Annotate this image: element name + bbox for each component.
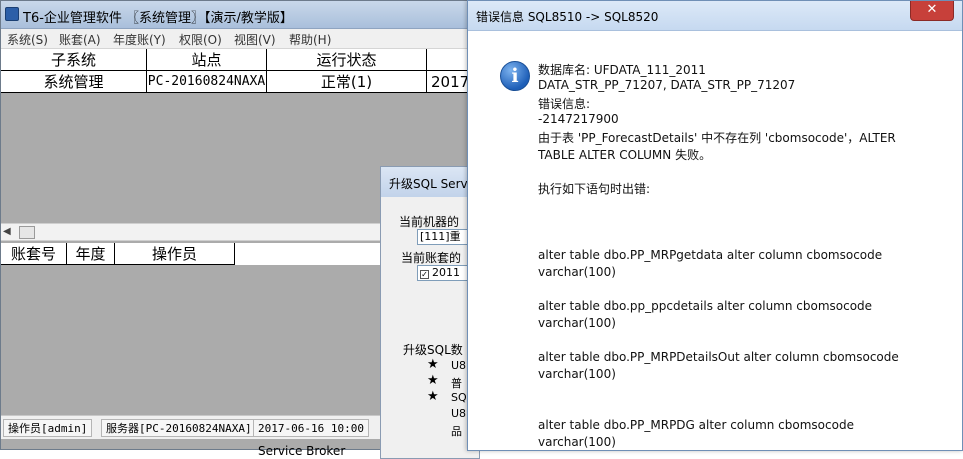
subsystem-grid: 子系统 站点 运行状态 系统管理 PC-20160824NAXA 正常(1) 2…: [1, 49, 470, 93]
error-message-line: alter table dbo.pp_ppcdetails alter colu…: [538, 299, 873, 313]
current-account-label: 当前账套的: [401, 251, 462, 265]
status-bar: 操作员[admin] 服务器[PC-20160824NAXA] 2017-06-…: [1, 415, 401, 439]
checkbox-icon[interactable]: ✓: [420, 270, 429, 279]
upgrade-item: 普: [451, 377, 462, 390]
horizontal-scrollbar[interactable]: ◀: [1, 223, 401, 241]
main-window-title: T6-企业管理软件 〖系统管理〗【演示/教学版】: [23, 11, 293, 26]
menu-help[interactable]: 帮助(H): [289, 31, 331, 48]
col-header-run-status[interactable]: 运行状态: [267, 49, 427, 71]
col-header-operator[interactable]: 操作员: [115, 243, 235, 265]
star-icon: ★: [427, 389, 439, 404]
cell-run-status[interactable]: 正常(1): [267, 71, 427, 93]
status-operator: 操作员[admin]: [3, 419, 93, 437]
upgrade-item: U8: [451, 407, 467, 420]
error-dialog-title: 错误信息 SQL8510 -> SQL8520: [476, 10, 659, 24]
menu-permission[interactable]: 权限(O): [179, 31, 222, 48]
upgrade-sql-label: 升级SQL数: [403, 343, 463, 357]
app-icon: [5, 7, 19, 21]
star-icon: ★: [427, 357, 439, 372]
menu-bar: 系统(S) 账套(A) 年度账(Y) 权限(O) 视图(V) 帮助(H): [1, 29, 469, 49]
error-message-line: varchar(100): [538, 316, 616, 330]
status-server: 服务器[PC-20160824NAXA]: [101, 419, 257, 437]
menu-system[interactable]: 系统(S): [7, 31, 48, 48]
star-icon: ★: [427, 373, 439, 388]
menu-view[interactable]: 视图(V): [234, 31, 276, 48]
operator-grid: 账套号 年度 操作员: [1, 243, 401, 265]
account-year: 2011: [432, 266, 460, 279]
current-machine-label: 当前机器的: [399, 215, 460, 229]
error-message-line: 执行如下语句时出错:: [538, 182, 651, 196]
error-message-line: DATA_STR_PP_71207, DATA_STR_PP_71207: [538, 78, 796, 92]
col-header-site[interactable]: 站点: [147, 49, 267, 71]
error-dialog: 错误信息 SQL8510 -> SQL8520 ✕ i 数据库名: UFDATA…: [467, 0, 963, 451]
error-message-line: TABLE ALTER COLUMN 失败。: [538, 148, 712, 162]
main-title-bar[interactable]: T6-企业管理软件 〖系统管理〗【演示/教学版】: [1, 1, 469, 29]
info-icon: i: [500, 61, 530, 91]
cell-time[interactable]: 2017: [427, 71, 470, 93]
error-message-line: alter table dbo.PP_MRPDG alter column cb…: [538, 418, 854, 432]
error-message-line: varchar(100): [538, 435, 616, 449]
error-message-line: 数据库名: UFDATA_111_2011: [538, 63, 706, 77]
col-header-year[interactable]: 年度: [67, 243, 115, 265]
error-message-line: alter table dbo.PP_MRPDetailsOut alter c…: [538, 350, 899, 364]
col-header-extra[interactable]: [427, 49, 470, 71]
col-header-account-no[interactable]: 账套号: [1, 243, 67, 265]
cell-site[interactable]: PC-20160824NAXA: [147, 71, 267, 93]
upgrade-item: U8: [451, 359, 467, 372]
upgrade-sql-dialog: 升级SQL Serv 当前机器的 [111]重 当前账套的 ✓ 2011 升级SQ…: [380, 166, 480, 459]
error-message-line: varchar(100): [538, 265, 616, 279]
error-message-line: 错误信息:: [538, 97, 591, 111]
error-dialog-title-bar[interactable]: 错误信息 SQL8510 -> SQL8520 ✕: [468, 1, 962, 31]
col-header-subsystem[interactable]: 子系统: [1, 49, 147, 71]
close-icon: ✕: [926, 2, 938, 17]
error-message-line: alter table dbo.PP_MRPgetdata alter colu…: [538, 248, 883, 262]
scroll-thumb[interactable]: [19, 226, 35, 239]
menu-year-account[interactable]: 年度账(Y): [113, 31, 166, 48]
status-datetime: 2017-06-16 10:00: [253, 419, 369, 437]
error-message-line: 由于表 'PP_ForecastDetails' 中不存在列 'cbomsoco…: [538, 131, 896, 145]
upgrade-dialog-title-bar[interactable]: 升级SQL Serv: [381, 167, 479, 197]
upgrade-item: 品: [451, 425, 462, 438]
service-broker-label: Service Broker: [258, 444, 346, 458]
upgrade-dialog-title: 升级SQL Serv: [389, 177, 468, 191]
error-message-line: -2147217900: [538, 112, 619, 126]
upgrade-item: SQ: [451, 391, 467, 404]
cell-subsystem[interactable]: 系统管理: [1, 71, 147, 93]
scroll-left-icon[interactable]: ◀: [3, 226, 11, 237]
error-message-line: varchar(100): [538, 367, 616, 381]
menu-account[interactable]: 账套(A): [59, 31, 101, 48]
close-button[interactable]: ✕: [910, 1, 954, 21]
